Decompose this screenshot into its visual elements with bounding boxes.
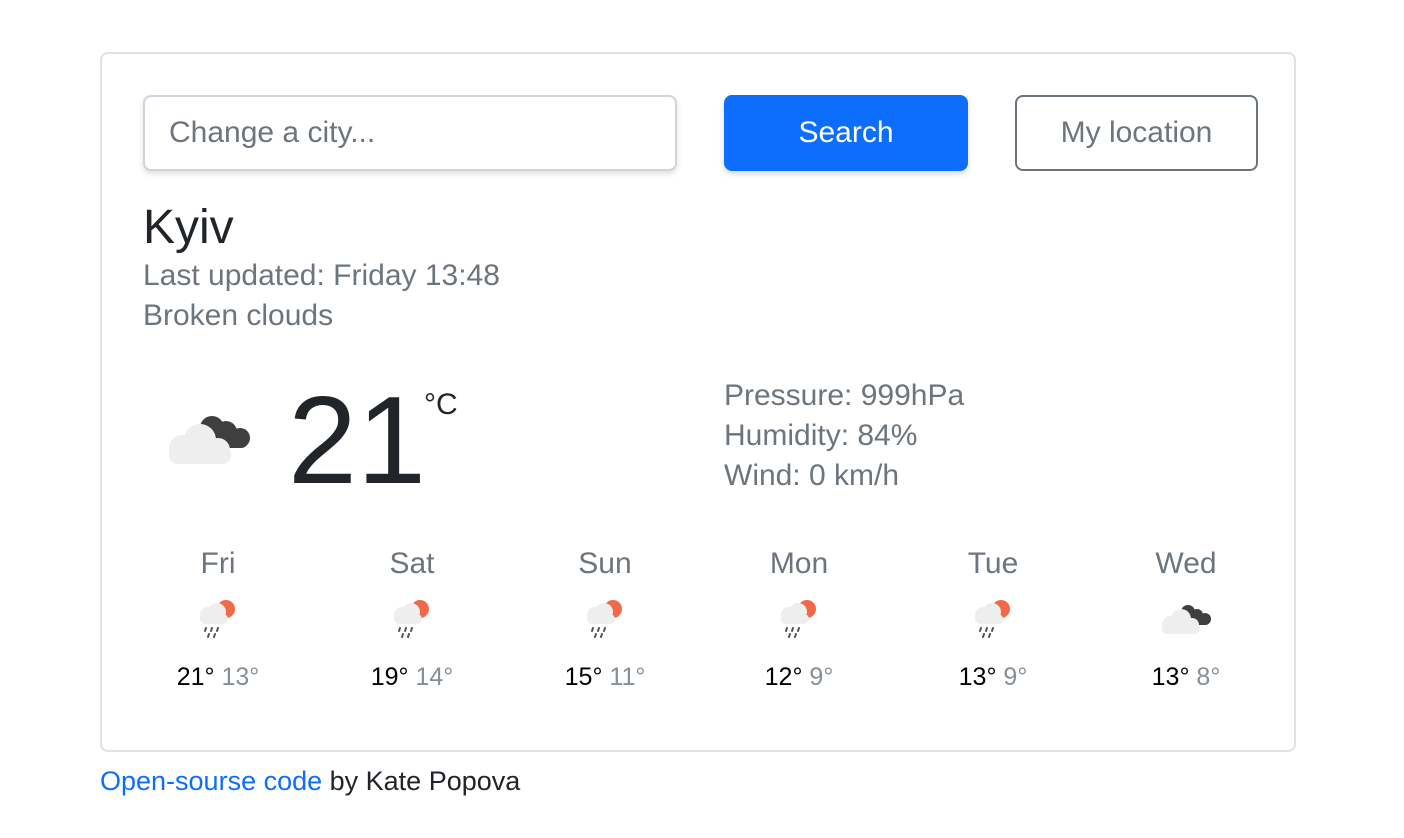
forecast-max-temp: 13° xyxy=(1151,663,1190,691)
city-name: Kyiv xyxy=(143,201,234,254)
forecast-day: Sat 19° 14° xyxy=(337,544,487,692)
forecast-day-name: Fri xyxy=(200,547,236,580)
forecast-day-name: Tue xyxy=(967,547,1019,580)
forecast-day-name: Mon xyxy=(769,547,829,580)
forecast-min-temp: 8° xyxy=(1196,663,1221,691)
forecast-max-temp: 19° xyxy=(370,663,409,691)
forecast-day-name: Wed xyxy=(1155,547,1217,580)
temperature-unit[interactable]: °C xyxy=(424,388,458,422)
forecast-day: Fri 21° 13° xyxy=(143,544,293,692)
broken-clouds-icon xyxy=(1162,605,1211,634)
rain-sun-icon xyxy=(975,600,1010,638)
search-button[interactable]: Search xyxy=(724,95,968,171)
forecast-max-temp: 13° xyxy=(958,663,997,691)
forecast-min-temp: 9° xyxy=(809,663,834,691)
author-credit: by Kate Popova xyxy=(322,766,521,796)
pressure: Pressure: 999hPa xyxy=(724,379,965,412)
forecast: Fri 21° 13° Sat 19° 14° Sun 15° 11° Mon … xyxy=(143,544,1307,724)
rain-sun-icon xyxy=(200,600,235,638)
forecast-min-temp: 13° xyxy=(221,663,260,691)
last-updated: Last updated: Friday 13:48 xyxy=(143,259,500,292)
forecast-day: Tue 13° 9° xyxy=(918,544,1068,692)
forecast-day-name: Sat xyxy=(389,547,435,580)
broken-clouds-icon xyxy=(169,416,250,464)
rain-sun-icon xyxy=(587,600,622,638)
forecast-day: Wed 13° 8° xyxy=(1111,544,1261,692)
forecast-max-temp: 15° xyxy=(564,663,603,691)
forecast-min-temp: 9° xyxy=(1003,663,1028,691)
weather-card: Search My location Kyiv Last updated: Fr… xyxy=(100,52,1296,752)
forecast-max-temp: 12° xyxy=(764,663,803,691)
forecast-min-temp: 11° xyxy=(609,663,646,691)
forecast-max-temp: 21° xyxy=(176,663,215,691)
current-temperature: 21 xyxy=(288,372,426,510)
humidity: Humidity: 84% xyxy=(724,419,918,452)
rain-sun-icon xyxy=(394,600,429,638)
weather-details: Pressure: 999hPa Humidity: 84% Wind: 0 k… xyxy=(724,376,964,496)
city-search-input[interactable] xyxy=(143,95,677,171)
my-location-button[interactable]: My location xyxy=(1015,95,1258,171)
forecast-day: Mon 12° 9° xyxy=(724,544,874,692)
forecast-day-name: Sun xyxy=(578,547,632,580)
forecast-min-temp: 14° xyxy=(415,663,454,691)
rain-sun-icon xyxy=(781,600,816,638)
open-source-link[interactable]: Open-sourse code xyxy=(100,766,322,796)
footer: Open-sourse code by Kate Popova xyxy=(100,764,520,798)
forecast-day: Sun 15° 11° xyxy=(530,544,680,692)
wind: Wind: 0 km/h xyxy=(724,459,900,492)
weather-description: Broken clouds xyxy=(143,299,334,332)
